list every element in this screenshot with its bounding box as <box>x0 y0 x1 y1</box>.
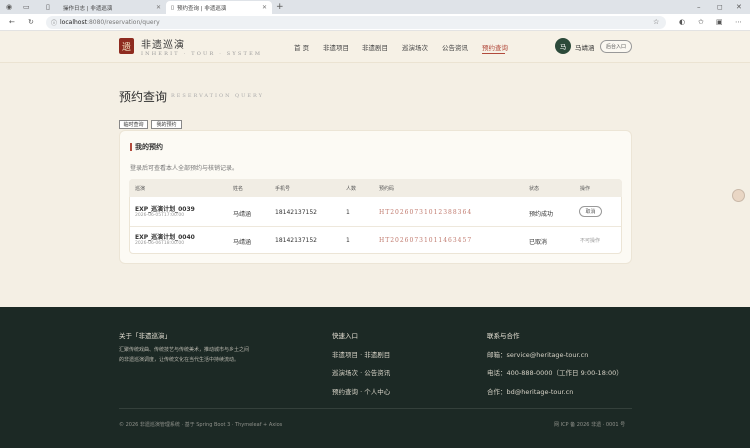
tab-title: 操作日志 | 非遗巡演 <box>63 5 113 12</box>
reservation-code: HT20260731012388364 <box>379 209 473 216</box>
footer-link[interactable]: 非遗项目 · 非遗剧目 <box>332 349 390 359</box>
column-header: 姓名 <box>233 186 244 192</box>
site-info-icon[interactable]: ⓘ <box>51 18 57 27</box>
tour-time: 2026-06-06T18:00:00 <box>135 241 185 246</box>
profile-icon[interactable]: ◉ <box>6 3 12 11</box>
nav-sessions[interactable]: 巡演场次 <box>402 42 428 52</box>
site-footer <box>0 307 750 448</box>
reservation-code: HT20260731011463457 <box>379 237 473 244</box>
reserver-name: 马靖涵 <box>233 239 252 246</box>
browser-tab-2[interactable]: ▯ 预约查询 | 非遗巡演 ✕ <box>166 1 272 14</box>
row-divider <box>130 226 621 227</box>
page-title-en: RESERVATION QUERY <box>171 93 264 99</box>
page-icon: ▯ <box>46 3 50 11</box>
logo-icon[interactable]: 遗 <box>119 38 134 54</box>
url-host: localhost <box>60 19 87 26</box>
column-header: 手机号 <box>275 186 291 192</box>
status-badge: 已取消 <box>529 239 548 246</box>
footer-about-text: 的非遗巡演调度，让传统文化在当代生活中持续流动。 <box>119 357 240 363</box>
card-title: 我的预约 <box>135 143 163 151</box>
column-header: 人数 <box>346 186 357 192</box>
avatar[interactable]: 马 <box>555 38 571 54</box>
menu-icon[interactable]: ⋯ <box>735 18 742 26</box>
user-name[interactable]: 马靖涵 <box>575 42 595 52</box>
status-badge: 预约成功 <box>529 211 554 218</box>
tour-time: 2026-06-05T17:00:00 <box>135 213 185 218</box>
column-header: 操作 <box>580 186 591 192</box>
footer-about-text: 汇聚传统戏曲、传统技艺与传统美术，推动城市与乡土之间 <box>119 347 250 353</box>
tab-title: 预约查询 | 非遗巡演 <box>177 5 227 12</box>
people-count: 1 <box>346 209 350 216</box>
back-icon[interactable]: ← <box>9 18 15 26</box>
brand-subtitle: INHERIT · TOUR · SYSTEM <box>141 51 263 57</box>
nav-projects[interactable]: 非遗项目 <box>323 42 349 52</box>
footer-links-title: 快速入口 <box>332 332 358 340</box>
address-bar[interactable]: localhost:8080/reservation/query <box>46 16 666 29</box>
collections-icon[interactable]: ▣ <box>716 18 723 26</box>
tab-my-reservations[interactable]: 我的预约 <box>151 120 182 129</box>
assistant-avatar-icon[interactable] <box>732 189 745 202</box>
nav-home[interactable]: 首 页 <box>294 42 309 52</box>
tab-actions-icon[interactable]: ▭ <box>23 3 30 11</box>
page-title: 预约查询 <box>119 90 168 104</box>
close-icon[interactable]: ✕ <box>262 4 267 11</box>
admin-entry-button[interactable]: 后台入口 <box>600 40 632 53</box>
column-header: 预约码 <box>379 186 395 192</box>
cancel-button[interactable]: 取消 <box>579 206 602 217</box>
nav-active-indicator <box>482 53 505 54</box>
tour-name: EXP_巡演计划_0039 <box>135 206 195 213</box>
favorites-icon[interactable]: ✩ <box>698 18 704 26</box>
phone-number: 18142137152 <box>275 209 317 216</box>
reserver-name: 马靖涵 <box>233 211 252 218</box>
phone-number: 18142137152 <box>275 237 317 244</box>
icp-record: 网 ICP 备 2026 非遗 · 0001 号 <box>554 422 626 428</box>
footer-about-title: 关于「非遗巡演」 <box>119 332 171 340</box>
nav-reservation[interactable]: 预约查询 <box>482 42 508 52</box>
tour-name: EXP_巡演计划_0040 <box>135 234 195 241</box>
nav-news[interactable]: 公告资讯 <box>442 42 468 52</box>
card-hint: 登录后可查看本人全部预约与核销记录。 <box>130 165 239 172</box>
maximize-icon[interactable]: ◻ <box>717 3 723 11</box>
column-header: 状态 <box>529 186 540 192</box>
footer-link[interactable]: 巡演场次 · 公告资讯 <box>332 367 390 377</box>
footer-contact: 邮箱：service@heritage-tour.cn <box>487 351 589 359</box>
new-tab-icon[interactable]: + <box>276 2 284 12</box>
table-header <box>129 179 622 197</box>
footer-contact: 电话：400-888-0000（工作日 9:00-18:00） <box>487 369 623 377</box>
reload-icon[interactable]: ↻ <box>28 18 34 26</box>
nav-plays[interactable]: 非遗剧目 <box>362 42 388 52</box>
close-icon[interactable]: ✕ <box>156 4 161 11</box>
minimize-icon[interactable]: – <box>697 3 701 11</box>
url-path: :8080/reservation/query <box>86 19 160 26</box>
tab-temp-query[interactable]: 临时查询 <box>119 120 148 129</box>
title-accent-bar <box>130 143 132 151</box>
page-icon: ▯ <box>171 4 175 11</box>
star-icon[interactable]: ☆ <box>653 18 659 26</box>
people-count: 1 <box>346 237 350 244</box>
footer-divider <box>119 408 632 409</box>
brand-name[interactable]: 非遗巡演 <box>141 36 185 51</box>
extension-icon[interactable]: ◐ <box>679 18 685 26</box>
window-close-icon[interactable]: ✕ <box>736 3 742 11</box>
footer-contact: 合作：bd@heritage-tour.cn <box>487 388 574 396</box>
action-unavailable: 不可操作 <box>580 238 601 244</box>
footer-link[interactable]: 预约查询 · 个人中心 <box>332 386 390 396</box>
footer-contact-title: 联系与合作 <box>487 332 520 340</box>
copyright: © 2026 非遗巡演管理系统 · 基于 Spring Boot 3 · Thy… <box>119 422 283 428</box>
column-header: 巡演 <box>135 186 146 192</box>
browser-tab-1[interactable]: 操作日志 | 非遗巡演 ✕ <box>58 1 166 14</box>
